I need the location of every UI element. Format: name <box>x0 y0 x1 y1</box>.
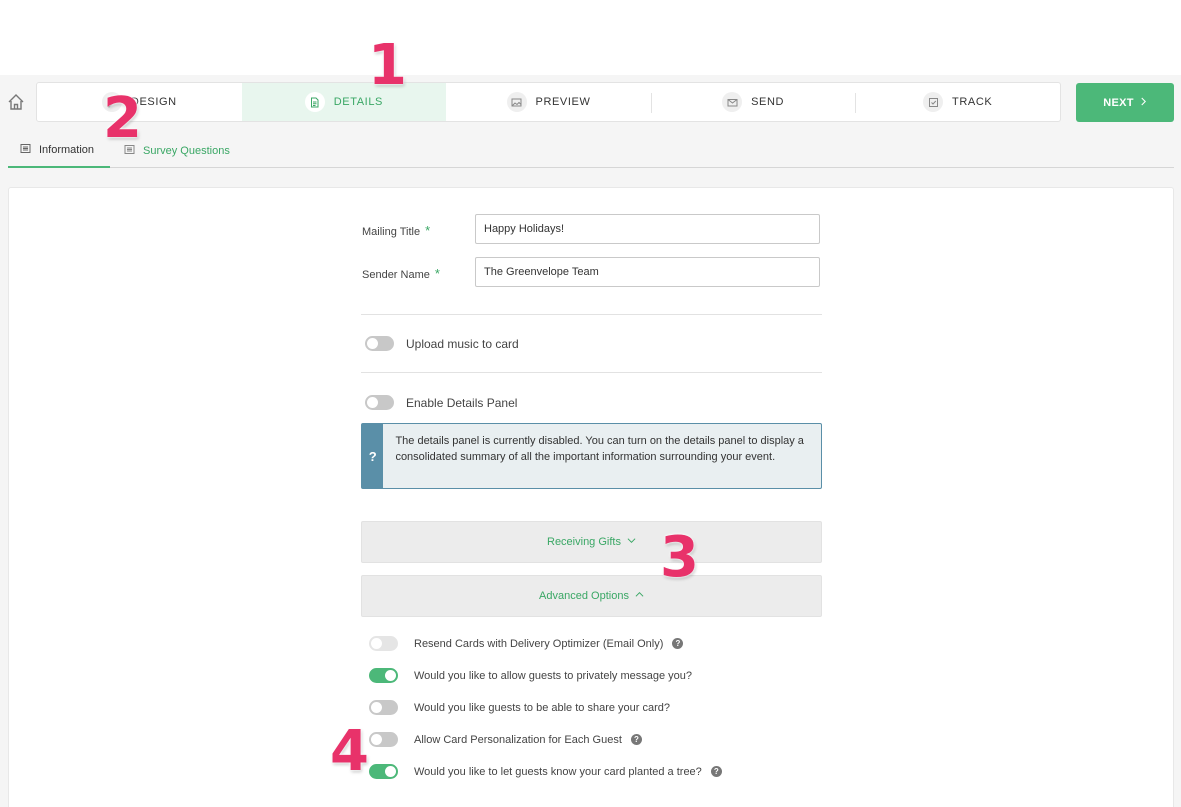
option-card-personalization: Allow Card Personalization for Each Gues… <box>369 732 642 747</box>
option-label: Would you like to allow guests to privat… <box>414 669 692 682</box>
app-frame: DESIGN DETAILS PREVIEW SEND TRACK NEXT I… <box>0 75 1181 807</box>
step-track[interactable]: TRACK <box>855 83 1060 121</box>
option-label: Would you like to let guests know your c… <box>414 765 702 778</box>
home-icon[interactable] <box>6 92 26 112</box>
document-icon <box>304 92 325 112</box>
help-icon[interactable]: ? <box>630 734 642 745</box>
option-label: Would you like guests to be able to shar… <box>414 701 671 714</box>
info-text: The details panel is currently disabled.… <box>395 435 804 463</box>
sender-name-field: Sender Name * <box>361 257 822 287</box>
tab-label: Information <box>39 143 95 156</box>
card-personalization-toggle[interactable] <box>369 732 398 747</box>
list-icon <box>20 143 31 157</box>
step-preview[interactable]: PREVIEW <box>446 83 651 121</box>
chevron-up-icon <box>635 590 644 602</box>
annotation-badge-2: 2 <box>103 86 142 151</box>
divider <box>361 372 822 373</box>
option-resend-cards: Resend Cards with Delivery Optimizer (Em… <box>369 636 684 651</box>
wizard-steps: DESIGN DETAILS PREVIEW SEND TRACK <box>36 82 1061 122</box>
annotation-badge-3: 3 <box>660 525 699 590</box>
mailing-title-field: Mailing Title * <box>361 214 822 244</box>
mailing-title-label: Mailing Title * <box>362 223 431 238</box>
step-label: SEND <box>751 96 785 108</box>
next-label: NEXT <box>1103 96 1134 109</box>
help-icon[interactable]: ? <box>672 638 684 649</box>
resend-cards-toggle[interactable] <box>369 636 398 651</box>
planted-tree-toggle[interactable] <box>369 764 398 779</box>
next-button[interactable]: NEXT <box>1076 83 1174 122</box>
checkbox-icon <box>923 92 944 112</box>
private-message-toggle[interactable] <box>369 668 398 683</box>
step-details[interactable]: DETAILS <box>241 83 447 121</box>
step-label: PREVIEW <box>535 96 591 108</box>
details-panel-label: Enable Details Panel <box>406 395 518 410</box>
sender-name-input[interactable] <box>475 257 820 287</box>
mailing-title-input[interactable] <box>475 214 820 244</box>
chevron-down-icon <box>627 536 636 548</box>
accordion-label: Receiving Gifts <box>547 536 621 548</box>
details-panel-info-box: ? The details panel is currently disable… <box>361 423 822 489</box>
question-icon: ? <box>362 424 384 488</box>
option-label: Allow Card Personalization for Each Gues… <box>414 733 622 746</box>
option-planted-tree: Would you like to let guests know your c… <box>369 764 722 779</box>
option-share-card: Would you like guests to be able to shar… <box>369 700 670 715</box>
option-label: Resend Cards with Delivery Optimizer (Em… <box>414 637 664 650</box>
option-private-message: Would you like to allow guests to privat… <box>369 668 692 683</box>
step-label: TRACK <box>952 96 993 108</box>
annotation-badge-4: 4 <box>330 719 369 784</box>
upload-music-row: Upload music to card <box>365 336 519 351</box>
image-icon <box>506 92 527 112</box>
required-mark: * <box>434 266 440 281</box>
help-icon[interactable]: ? <box>710 766 722 777</box>
receiving-gifts-accordion[interactable]: Receiving Gifts <box>361 521 822 563</box>
details-panel: Mailing Title* Sender Name* Upload music… <box>8 187 1174 807</box>
advanced-options-accordion[interactable]: Advanced Options <box>361 575 822 617</box>
sender-name-label: Sender Name * <box>362 266 440 281</box>
upload-music-label: Upload music to card <box>406 336 519 351</box>
details-panel-toggle[interactable] <box>365 395 394 410</box>
tab-label: Survey Questions <box>143 144 230 157</box>
required-mark: * <box>425 223 431 238</box>
tab-information[interactable]: Information <box>8 133 110 168</box>
chevron-right-icon <box>1140 97 1147 109</box>
step-send[interactable]: SEND <box>650 83 856 121</box>
share-card-toggle[interactable] <box>369 700 398 715</box>
subtab-bar: Information Survey Questions <box>8 133 1174 168</box>
divider <box>361 314 822 315</box>
details-panel-row: Enable Details Panel <box>365 395 517 410</box>
envelope-icon <box>722 92 743 112</box>
annotation-badge-1: 1 <box>368 33 407 98</box>
upload-music-toggle[interactable] <box>365 336 394 351</box>
accordion-label: Advanced Options <box>539 590 629 602</box>
